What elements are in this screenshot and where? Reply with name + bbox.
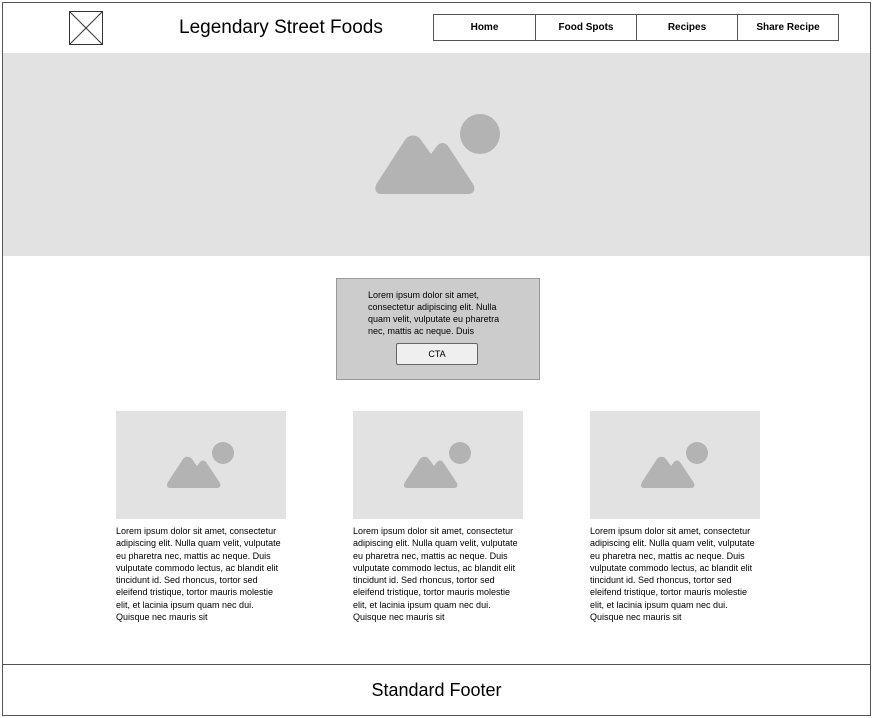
nav-item-food-spots[interactable]: Food Spots [535, 15, 636, 40]
site-title: Legendary Street Foods [179, 17, 383, 38]
cta-box: Lorem ipsum dolor sit amet, consectetur … [336, 278, 540, 380]
content-card: Lorem ipsum dolor sit amet, consectetur … [590, 411, 760, 623]
site-header: Legendary Street Foods Home Food Spots R… [3, 3, 870, 54]
cta-button[interactable]: CTA [396, 343, 478, 365]
image-placeholder-icon [640, 442, 708, 488]
card-text: Lorem ipsum dolor sit amet, consectetur … [116, 526, 281, 623]
card-image [353, 411, 523, 519]
nav-item-recipes[interactable]: Recipes [636, 15, 737, 40]
main-nav: Home Food Spots Recipes Share Recipe [433, 14, 839, 41]
image-placeholder-icon [375, 114, 500, 194]
hero-banner [3, 53, 870, 256]
image-placeholder-icon [166, 442, 234, 488]
content-card: Lorem ipsum dolor sit amet, consectetur … [116, 411, 286, 623]
image-placeholder-x-icon[interactable] [69, 11, 103, 45]
image-placeholder-icon [403, 442, 471, 488]
site-footer: Standard Footer [3, 664, 870, 715]
wireframe-page: Legendary Street Foods Home Food Spots R… [2, 2, 871, 716]
nav-item-home[interactable]: Home [434, 15, 535, 40]
nav-item-share-recipe[interactable]: Share Recipe [737, 15, 838, 40]
content-card: Lorem ipsum dolor sit amet, consectetur … [353, 411, 523, 623]
card-image [116, 411, 286, 519]
cta-text: Lorem ipsum dolor sit amet, consectetur … [368, 290, 500, 336]
card-image [590, 411, 760, 519]
footer-text: Standard Footer [371, 679, 502, 700]
card-text: Lorem ipsum dolor sit amet, consectetur … [590, 526, 755, 623]
card-text: Lorem ipsum dolor sit amet, consectetur … [353, 526, 518, 623]
